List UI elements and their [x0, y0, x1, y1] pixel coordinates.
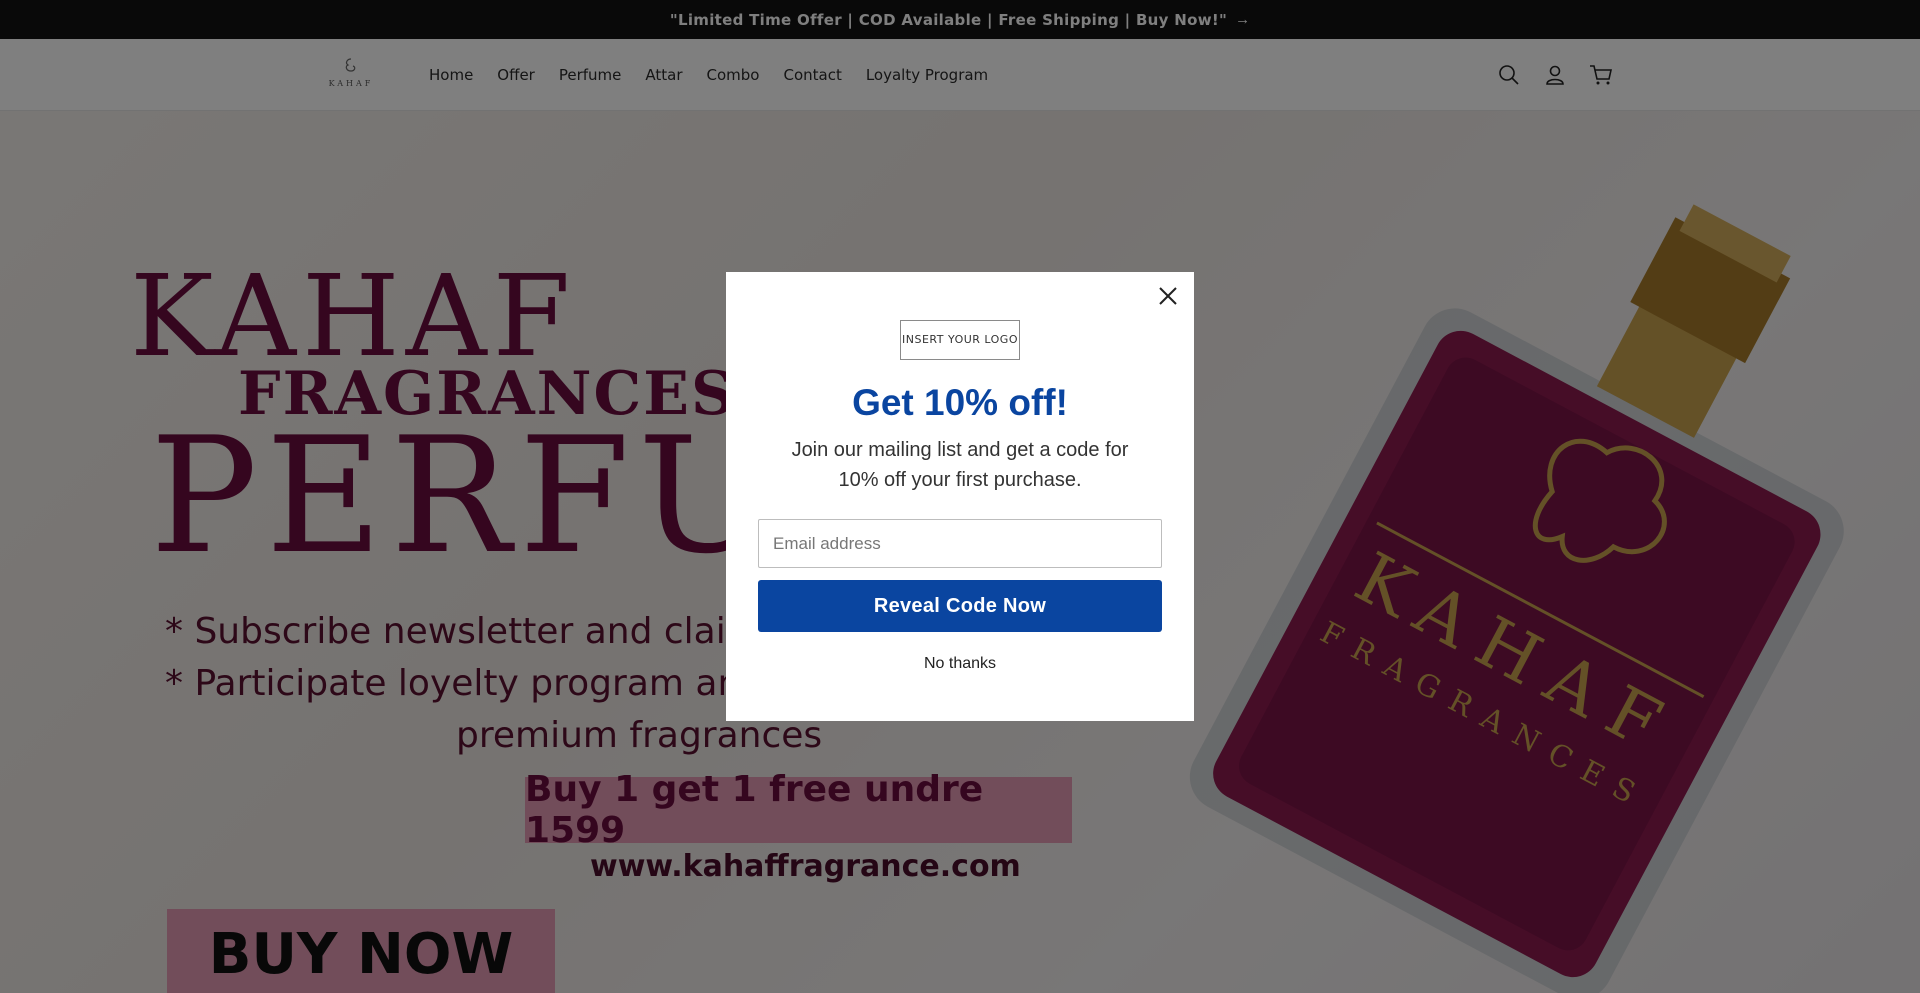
popup-subtitle: Join our mailing list and get a code for…: [791, 439, 1129, 491]
email-field[interactable]: [758, 519, 1162, 568]
close-icon[interactable]: [1156, 284, 1180, 308]
reveal-code-button[interactable]: Reveal Code Now: [758, 580, 1162, 632]
popup-logo-placeholder: INSERT YOUR LOGO: [900, 320, 1020, 360]
no-thanks-link[interactable]: No thanks: [726, 655, 1194, 673]
popup-title: Get 10% off!: [852, 382, 1068, 423]
discount-popup: INSERT YOUR LOGO Get 10% off! Join our m…: [726, 272, 1194, 721]
